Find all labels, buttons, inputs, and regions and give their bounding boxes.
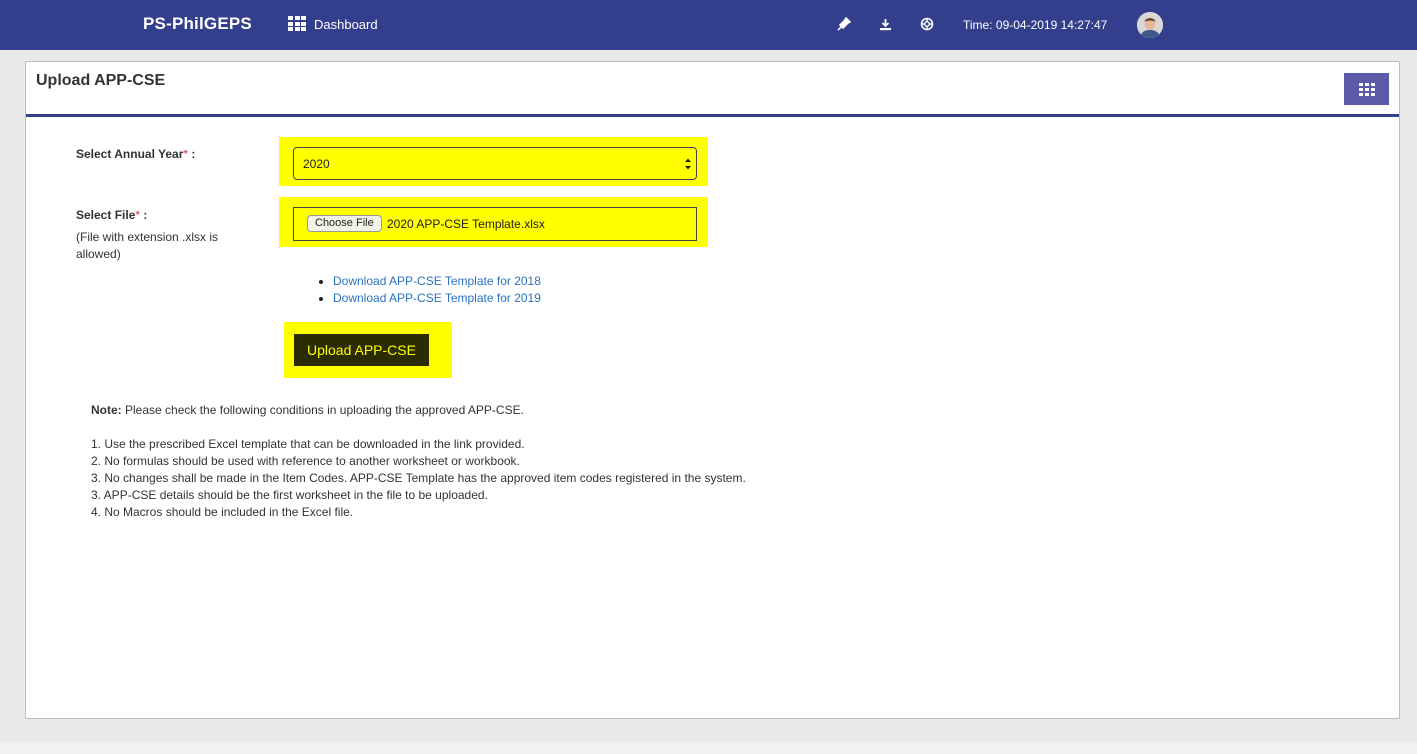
list-item: 3. No changes shall be made in the Item … [91,471,746,485]
annual-year-select[interactable]: 2020 [293,147,697,180]
grid-icon [288,16,306,32]
choose-file-button[interactable]: Choose File [307,215,382,232]
file-label-text: Select File [76,208,136,222]
list-item: Download APP-CSE Template for 2018 [319,273,541,290]
dashboard-label: Dashboard [314,16,378,32]
download-template-2019-link[interactable]: Download APP-CSE Template for 2019 [333,291,541,305]
page-title: Upload APP-CSE [36,72,166,89]
footer-strip [0,742,1417,754]
file-label: Select File* : [76,208,147,222]
conditions-list: 1. Use the prescribed Excel template tha… [91,436,746,521]
list-item: 2. No formulas should be used with refer… [91,454,520,468]
plug-icon[interactable] [836,16,852,32]
list-item: Download APP-CSE Template for 2019 [319,290,541,307]
grid-icon [1358,82,1375,96]
dashboard-link[interactable]: Dashboard [288,16,378,32]
upload-panel: Upload APP-CSE Select Annual Year* : 202… [25,61,1400,719]
file-hint: (File with extension .xlsx is allowed) [76,230,219,261]
download-icon[interactable] [877,16,893,32]
annual-year-value: 2020 [303,157,330,171]
brand-logo-text[interactable]: PS-PhilGEPS [143,14,252,34]
panel-header: Upload APP-CSE [26,62,1399,117]
list-item: 3. APP-CSE details should be the first w… [91,488,488,502]
upload-app-cse-button[interactable]: Upload APP-CSE [294,334,429,366]
note-text: Note: Please check the following conditi… [91,402,524,419]
select-arrows-icon [685,158,691,170]
user-avatar[interactable] [1137,12,1163,38]
template-links: Download APP-CSE Template for 2018 Downl… [319,273,541,307]
server-time: Time: 09-04-2019 14:27:47 [963,18,1108,32]
support-icon[interactable] [919,16,935,32]
label-colon: : [140,208,148,222]
label-colon: : [188,147,196,161]
year-label: Select Annual Year* : [76,147,195,161]
year-label-text: Select Annual Year [76,147,184,161]
apps-menu-button[interactable] [1344,73,1389,105]
top-navbar: PS-PhilGEPS Dashboard Time: 09-04-2019 1… [0,0,1417,50]
note-body: Please check the following conditions in… [125,403,524,417]
list-item: 1. Use the prescribed Excel template tha… [91,437,525,451]
download-template-2018-link[interactable]: Download APP-CSE Template for 2018 [333,274,541,288]
note-prefix: Note: [91,403,122,417]
selected-file-name: 2020 APP-CSE Template.xlsx [387,217,545,231]
list-item: 4. No Macros should be included in the E… [91,505,354,519]
file-input[interactable]: Choose File 2020 APP-CSE Template.xlsx [293,207,697,241]
